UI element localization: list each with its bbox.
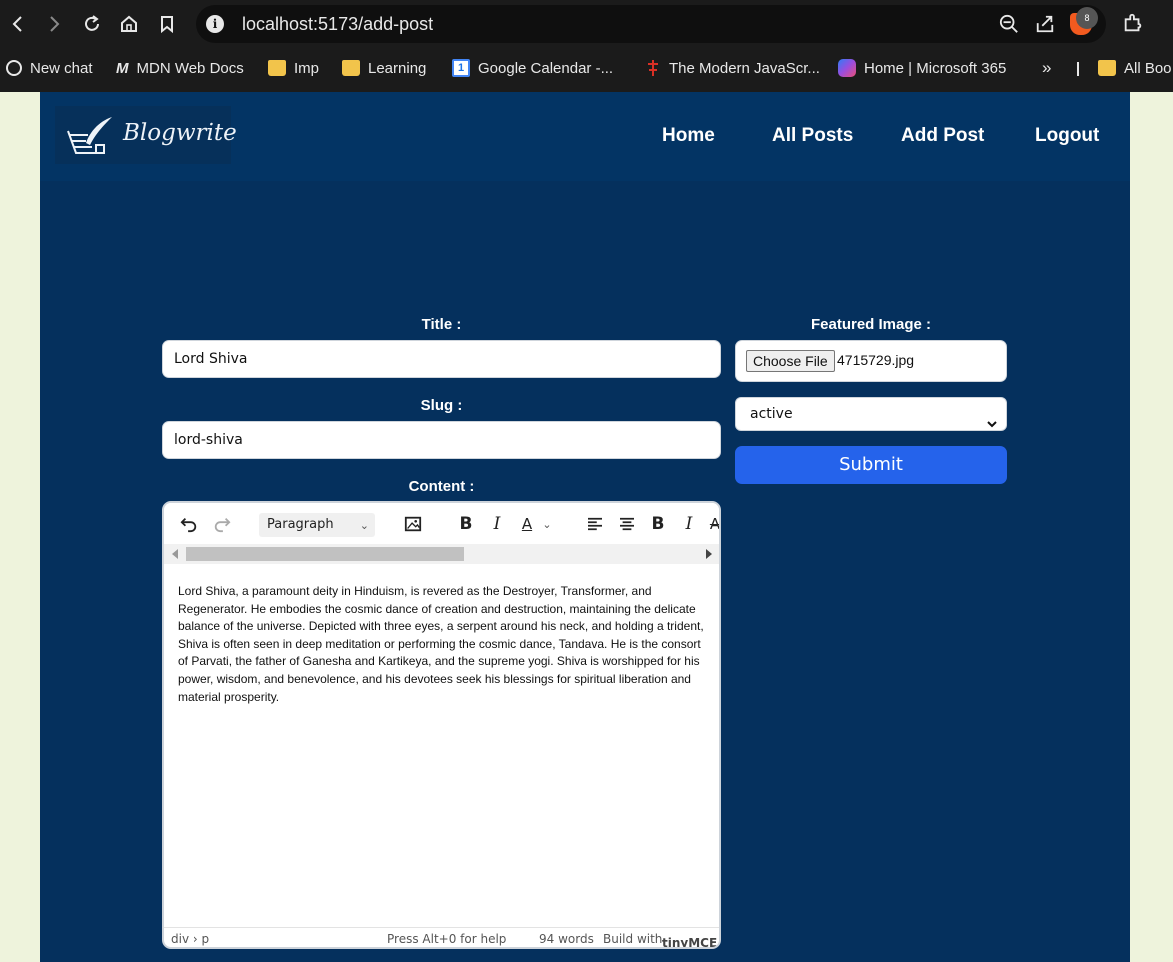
text-color-dropdown-icon[interactable]: ⌄ xyxy=(540,513,554,535)
nav-home[interactable]: Home xyxy=(662,125,715,147)
browser-chrome: i localhost:5173/add-post 8 New chat M M… xyxy=(0,0,1173,92)
title-input[interactable]: Lord Shiva xyxy=(162,340,721,378)
rich-text-editor: Paragraph ⌄ B I A ⌄ B I A Lord Shiva, a … xyxy=(162,501,721,949)
share-icon[interactable] xyxy=(1034,13,1056,35)
block-format-select[interactable]: Paragraph ⌄ xyxy=(259,513,375,537)
align-left-icon[interactable] xyxy=(584,513,606,535)
redo-icon[interactable] xyxy=(211,513,233,535)
browser-toolbar: i localhost:5173/add-post 8 xyxy=(0,0,1173,48)
nav-all-posts[interactable]: All Posts xyxy=(772,125,853,147)
bookmark-mdn[interactable]: M MDN Web Docs xyxy=(116,58,244,78)
slug-label: Slug : xyxy=(420,397,463,414)
editor-statusbar: div › p Press Alt+0 for help 94 words Bu… xyxy=(164,927,719,949)
featured-image-input[interactable]: Choose File 4715729.jpg xyxy=(735,340,1007,382)
build-with-label: Build with xyxy=(603,932,663,946)
strikethrough-icon[interactable]: A xyxy=(708,513,719,535)
extensions-icon[interactable] xyxy=(1122,12,1146,36)
quill-logo-icon xyxy=(66,115,116,157)
chevron-down-icon xyxy=(987,409,997,428)
site-logo[interactable]: Blogwrite xyxy=(55,106,237,164)
bookmarks-separator xyxy=(1077,62,1079,76)
nav-logout[interactable]: Logout xyxy=(1035,125,1099,147)
forward-icon[interactable] xyxy=(42,12,66,36)
choose-file-button[interactable]: Choose File xyxy=(746,350,835,372)
folder-icon xyxy=(268,60,286,76)
word-count[interactable]: 94 words xyxy=(539,932,594,946)
site-header: Blogwrite Home All Posts Add Post Logout xyxy=(40,92,1130,181)
status-select[interactable]: active xyxy=(735,397,1007,431)
site-info-icon[interactable]: i xyxy=(206,15,224,33)
bookmark-microsoft-365[interactable]: Home | Microsoft 365 xyxy=(838,58,1006,78)
address-bar[interactable]: i localhost:5173/add-post 8 xyxy=(196,5,1106,43)
shields-count-badge: 8 xyxy=(1076,7,1098,29)
featured-image-label: Featured Image : xyxy=(810,316,932,333)
undo-icon[interactable] xyxy=(178,513,200,535)
editor-toolbar: Paragraph ⌄ B I A ⌄ B I A xyxy=(164,503,719,543)
m365-icon xyxy=(838,59,856,77)
bookmark-modern-js[interactable]: The Modern JavaScr... xyxy=(645,58,820,78)
nav-add-post[interactable]: Add Post xyxy=(901,125,984,147)
bookmark-icon[interactable] xyxy=(155,12,179,36)
toolbar-scrollbar[interactable] xyxy=(164,544,719,564)
scroll-left-icon[interactable] xyxy=(172,549,178,559)
insert-image-icon[interactable] xyxy=(402,513,424,535)
bold-icon-2[interactable]: B xyxy=(648,513,668,535)
folder-icon xyxy=(342,60,360,76)
bookmark-folder-imp[interactable]: Imp xyxy=(268,58,319,78)
align-center-icon[interactable] xyxy=(616,513,638,535)
bookmarks-overflow-button[interactable]: » xyxy=(1042,58,1051,78)
openai-icon xyxy=(6,60,22,76)
folder-icon xyxy=(1098,60,1116,76)
selected-file-name: 4715729.jpg xyxy=(837,352,915,368)
scrollbar-thumb[interactable] xyxy=(186,547,464,561)
chevron-down-icon: ⌄ xyxy=(359,519,369,532)
logo-text: Blogwrite xyxy=(123,120,237,146)
bookmark-new-chat[interactable]: New chat xyxy=(6,58,93,78)
help-hint: Press Alt+0 for help xyxy=(387,932,507,946)
title-label: Title : xyxy=(421,316,462,333)
back-icon[interactable] xyxy=(6,12,30,36)
italic-icon[interactable]: I xyxy=(488,513,506,535)
calendar-icon: 1 xyxy=(452,59,470,77)
bookmark-folder-learning[interactable]: Learning xyxy=(342,58,426,78)
scroll-right-icon[interactable] xyxy=(706,549,712,559)
text-color-icon[interactable]: A xyxy=(516,513,538,535)
zoom-icon[interactable] xyxy=(998,13,1020,35)
tinymce-brand: tinyMCE xyxy=(662,936,718,949)
bookmark-all-bookmarks[interactable]: All Boo xyxy=(1098,58,1172,78)
brave-shields-icon[interactable]: 8 xyxy=(1070,7,1098,35)
home-icon[interactable] xyxy=(117,12,141,36)
content-label: Content : xyxy=(408,478,475,495)
app-page: Blogwrite Home All Posts Add Post Logout… xyxy=(40,92,1130,962)
element-path[interactable]: div › p xyxy=(171,932,209,946)
url-text[interactable]: localhost:5173/add-post xyxy=(242,14,433,35)
editor-content[interactable]: Lord Shiva, a paramount deity in Hinduis… xyxy=(178,583,706,706)
submit-button[interactable]: Submit xyxy=(735,446,1007,484)
bold-icon[interactable]: B xyxy=(456,513,476,535)
slug-input[interactable]: lord-shiva xyxy=(162,421,721,459)
url-actions: 8 xyxy=(998,7,1098,35)
bookmarks-bar: New chat M MDN Web Docs Imp Learning 1 G… xyxy=(0,52,1173,84)
bookmark-google-calendar[interactable]: 1 Google Calendar -... xyxy=(452,58,613,78)
mdn-icon: M xyxy=(116,59,129,77)
reload-icon[interactable] xyxy=(80,12,104,36)
js-icon xyxy=(645,59,661,77)
italic-icon-2[interactable]: I xyxy=(680,513,698,535)
